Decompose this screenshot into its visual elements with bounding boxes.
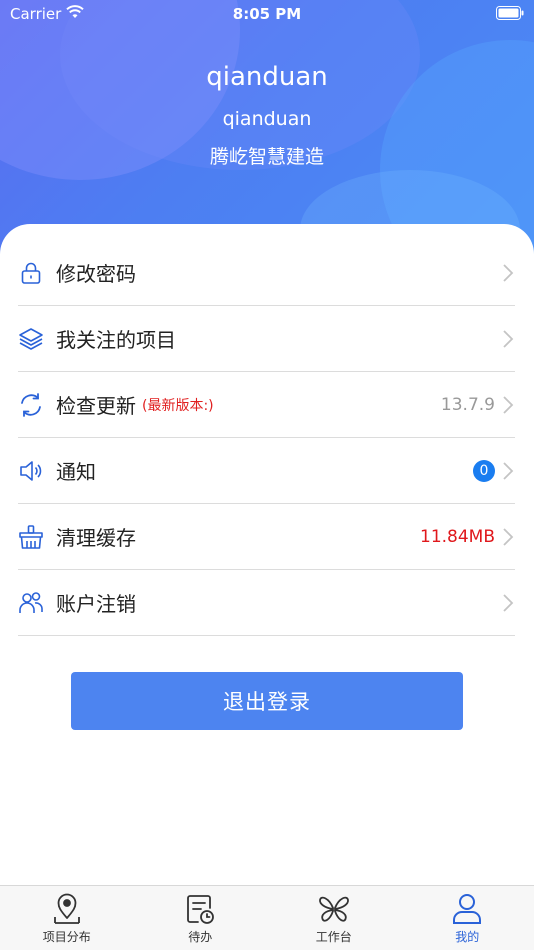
refresh-icon: [18, 392, 44, 418]
menu-item-label: 通知: [56, 460, 96, 484]
tab-project-distribution[interactable]: 项目分布: [0, 886, 134, 950]
menu-item-label: 账户注销: [56, 592, 136, 616]
latest-version-note: (最新版本:): [142, 397, 214, 414]
tab-label: 我的: [455, 930, 480, 944]
tab-todo[interactable]: 待办: [134, 886, 268, 950]
layers-icon: [18, 326, 44, 352]
status-bar: Carrier 8:05 PM: [0, 0, 534, 28]
chevron-right-icon: [503, 594, 514, 612]
menu-item-label: 检查更新: [56, 394, 136, 418]
settings-menu: 修改密码 我关注的项目 检查更新 (最新版本:) 13.7.9 通知 0 清理缓…: [18, 240, 515, 636]
menu-item-check-update[interactable]: 检查更新 (最新版本:) 13.7.9: [18, 372, 515, 438]
todo-clock-icon: [187, 895, 215, 924]
chevron-right-icon: [503, 462, 514, 480]
butterfly-icon: [318, 896, 349, 922]
tab-workbench[interactable]: 工作台: [267, 886, 401, 950]
menu-item-change-password[interactable]: 修改密码: [18, 240, 515, 306]
tab-mine[interactable]: 我的: [401, 886, 534, 950]
user-name: qianduan: [206, 62, 328, 92]
menu-item-clear-cache[interactable]: 清理缓存 11.84MB: [18, 504, 515, 570]
notification-count-badge: 0: [473, 460, 495, 482]
menu-item-label: 修改密码: [56, 262, 136, 286]
current-version: 13.7.9: [440, 395, 495, 415]
tab-label: 工作台: [315, 930, 352, 944]
menu-item-followed-projects[interactable]: 我关注的项目: [18, 306, 515, 372]
chevron-right-icon: [503, 396, 514, 414]
chevron-right-icon: [503, 528, 514, 546]
status-time: 8:05 PM: [232, 5, 302, 23]
tab-label: 项目分布: [42, 930, 91, 944]
menu-item-cancel-account[interactable]: 账户注销: [18, 570, 515, 636]
tab-label: 待办: [188, 930, 213, 944]
logout-button[interactable]: 退出登录: [71, 672, 463, 730]
menu-item-notifications[interactable]: 通知 0: [18, 438, 515, 504]
person-icon: [453, 894, 482, 924]
menu-item-label: 我关注的项目: [56, 328, 176, 352]
users-icon: [18, 590, 44, 616]
settings-card: 修改密码 我关注的项目 检查更新 (最新版本:) 13.7.9 通知 0 清理缓…: [0, 224, 534, 886]
lock-icon: [18, 260, 44, 286]
map-pin-icon: [53, 893, 80, 924]
profile-header: Carrier 8:05 PM qianduan qianduan 腾屹智慧建造: [0, 0, 534, 260]
tab-bar: 项目分布 待办 工作台 我的: [0, 885, 534, 950]
chevron-right-icon: [503, 330, 514, 348]
user-account: qianduan: [222, 108, 312, 130]
cache-size: 11.84MB: [420, 527, 495, 547]
company-name: 腾屹智慧建造: [209, 146, 324, 168]
chevron-right-icon: [503, 264, 514, 282]
menu-item-label: 清理缓存: [56, 526, 136, 550]
basket-icon: [18, 524, 44, 550]
battery-icon: [496, 6, 524, 20]
speaker-icon: [18, 458, 44, 484]
